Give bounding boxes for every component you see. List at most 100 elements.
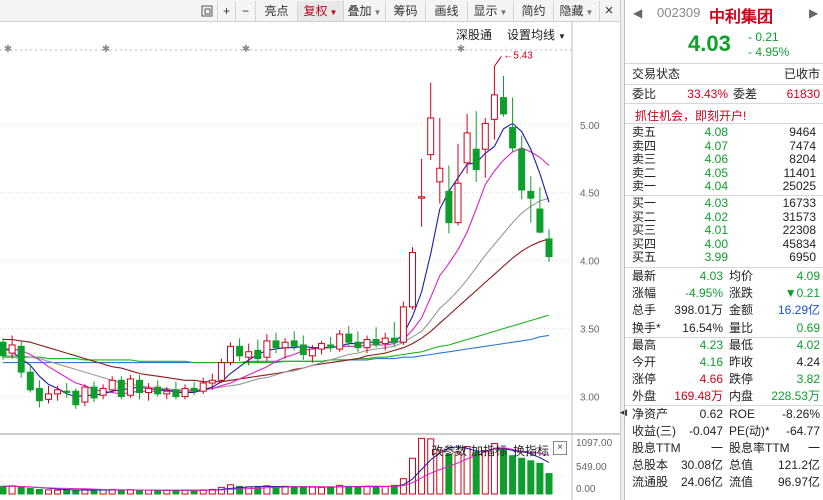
ma10-line — [3, 147, 550, 395]
overlay-dropdown[interactable]: 叠加 ▼ — [344, 1, 386, 21]
stat-row: 流通股 24.06亿 流值 96.97亿 — [625, 475, 823, 490]
ask-row: 卖一 4.04 25025 — [632, 180, 820, 193]
stat-value: 4.09 — [796, 269, 820, 283]
trade-status-value: 已收市 — [783, 67, 820, 81]
bid-row: 买一 4.03 16733 — [632, 197, 820, 210]
window-toggle-button[interactable] — [196, 1, 218, 21]
stat-row: 最新 4.03 均价 4.09 — [625, 269, 823, 284]
candle-body — [90, 386, 98, 399]
close-chart-button[interactable]: × — [600, 1, 618, 21]
event-marker-icon: ✱ — [4, 44, 12, 55]
ask-price: 4.07 — [704, 138, 728, 153]
stat-label: 量比 — [729, 320, 754, 335]
candle-body — [245, 351, 253, 358]
stat-row: 涨停 4.66 跌停 3.82 — [625, 372, 823, 387]
next-stock-icon[interactable]: ▶ — [809, 6, 818, 20]
candle-body — [308, 348, 316, 357]
stat-value: 一 — [807, 441, 820, 455]
bid-row: 买四 4.00 45834 — [632, 236, 820, 251]
candle-body — [0, 341, 7, 357]
simple-mode-button[interactable]: 简约 — [514, 1, 554, 21]
stat-label: 均价 — [729, 269, 754, 283]
candle-body — [63, 390, 71, 394]
candle-body — [35, 387, 43, 402]
chevron-down-icon: ▼ — [329, 8, 338, 17]
adjust-rights-dropdown[interactable]: 复权 ▼ — [298, 1, 344, 21]
candle-body — [500, 97, 507, 115]
bid-level-label: 买一 — [632, 196, 657, 210]
candle-body — [117, 379, 125, 398]
volume-bar — [136, 489, 143, 495]
stat-label: 昨收 — [729, 355, 754, 369]
stat-value: -64.77 — [785, 423, 820, 438]
volume-bar — [345, 485, 353, 495]
candle-body — [190, 387, 198, 392]
display-dropdown[interactable]: 显示 ▼ — [468, 1, 514, 21]
divider — [625, 103, 823, 104]
volume-bar — [72, 489, 80, 495]
stat-value: 398.01万 — [674, 303, 723, 318]
chips-button[interactable]: 筹码 — [386, 1, 426, 21]
candle-body — [17, 345, 25, 373]
ask-level-label: 卖一 — [632, 179, 657, 193]
add-indicator-button[interactable]: 加指标 — [471, 442, 507, 459]
divider — [625, 123, 823, 124]
highlights-button[interactable]: 亮点 — [256, 1, 298, 21]
hide-dropdown[interactable]: 隐藏 ▼ — [554, 1, 600, 21]
stat-value: 16.29亿 — [777, 303, 820, 318]
order-diff-value: 61830 — [786, 87, 820, 101]
candle-body — [8, 344, 16, 354]
stat-label: ROE — [729, 406, 756, 421]
ask-price: 4.08 — [704, 125, 728, 139]
candle-body — [145, 387, 153, 394]
candle-body — [472, 148, 480, 171]
volume-bar — [318, 486, 325, 495]
zoom-out-button[interactable]: − — [236, 1, 256, 21]
volume-tick-label: 0.00 — [576, 484, 596, 495]
volume-bar — [518, 457, 526, 495]
volume-bar — [381, 485, 389, 495]
price-tick-label: 4.50 — [580, 189, 600, 200]
ask-row: 卖二 4.05 11401 — [632, 166, 820, 180]
draw-line-button[interactable]: 画线 — [426, 1, 468, 21]
prev-stock-icon[interactable]: ◀ — [633, 6, 642, 20]
bid-level-label: 买五 — [632, 250, 657, 264]
order-ratio-label: 委比 — [632, 87, 657, 101]
stat-value: 4.16 — [699, 355, 723, 369]
bid-volume: 45834 — [782, 236, 816, 251]
volume-bar — [63, 489, 71, 495]
stat-label: 涨幅 — [632, 286, 657, 301]
volume-bar — [26, 487, 34, 495]
bid-level-label: 买二 — [632, 209, 657, 224]
bid-row: 买三 4.01 22308 — [632, 224, 820, 237]
stat-label: 金额 — [729, 303, 754, 318]
chips-label: 筹码 — [393, 4, 418, 18]
stat-value: 24.06亿 — [680, 475, 723, 490]
ask-volume: 8204 — [789, 152, 816, 166]
stat-value: 169.48万 — [674, 389, 723, 404]
kline-chart-area[interactable]: 深股通 设置均线 ▼ ✱ ✱ ✱ ✱ 5.00 4.50 4.00 3.50 3.00 1097.0… — [0, 22, 620, 500]
volume-bar — [263, 485, 271, 495]
change-params-button[interactable]: 改参数 — [431, 442, 467, 459]
stock-code: 002309 — [657, 5, 701, 20]
candle-body — [354, 341, 362, 349]
zoom-in-button[interactable]: + — [218, 1, 236, 21]
candle-body — [390, 337, 398, 343]
candle-body — [299, 344, 307, 355]
stat-label: 涨跌 — [729, 286, 754, 301]
stat-value: 4.02 — [796, 337, 820, 352]
volume-bar — [163, 489, 171, 495]
stat-value: 228.53万 — [771, 389, 820, 404]
volume-bar — [354, 486, 362, 495]
highlights-label: 亮点 — [264, 4, 289, 18]
open-account-link[interactable]: 抓住机会，即刻开户! — [635, 107, 746, 124]
candle-body — [545, 238, 553, 258]
close-indicator-button[interactable]: × — [553, 441, 567, 455]
price-tick-label: 3.00 — [580, 393, 600, 404]
trade-status-row: 交易状态 已收市 — [632, 67, 820, 81]
candle-body — [536, 208, 544, 233]
switch-indicator-button[interactable]: 换指标 — [513, 442, 549, 459]
bid-price: 4.02 — [704, 209, 728, 224]
volume-bar — [190, 489, 198, 495]
stat-label: 涨停 — [632, 372, 657, 387]
